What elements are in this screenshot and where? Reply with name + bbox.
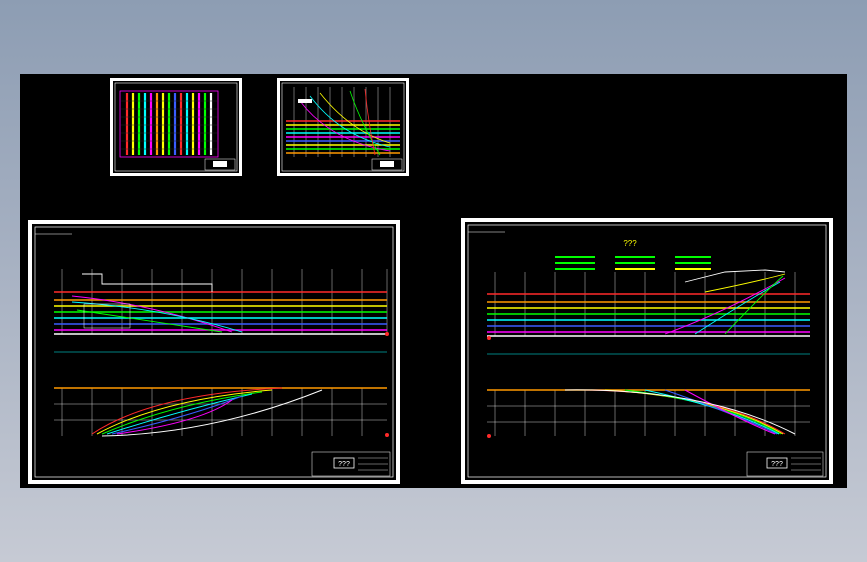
lines-plan-small-drawing — [281, 82, 405, 172]
svg-text:???: ??? — [338, 461, 350, 468]
body-plan-fwd-sheet[interactable]: ??? ??? — [461, 218, 833, 484]
offsets-table-sheet[interactable] — [110, 78, 242, 176]
svg-text:???: ??? — [623, 239, 637, 248]
body-plan-fwd-drawing: ??? ??? — [467, 224, 827, 478]
body-plan-aft-drawing: ??? — [34, 226, 394, 478]
svg-text:???: ??? — [771, 461, 783, 468]
cad-drawing-viewport[interactable]: ??? ??? ??? — [20, 74, 847, 488]
lines-plan-small-sheet[interactable] — [277, 78, 409, 176]
offsets-table-drawing — [114, 82, 238, 172]
body-plan-aft-sheet[interactable]: ??? — [28, 220, 400, 484]
